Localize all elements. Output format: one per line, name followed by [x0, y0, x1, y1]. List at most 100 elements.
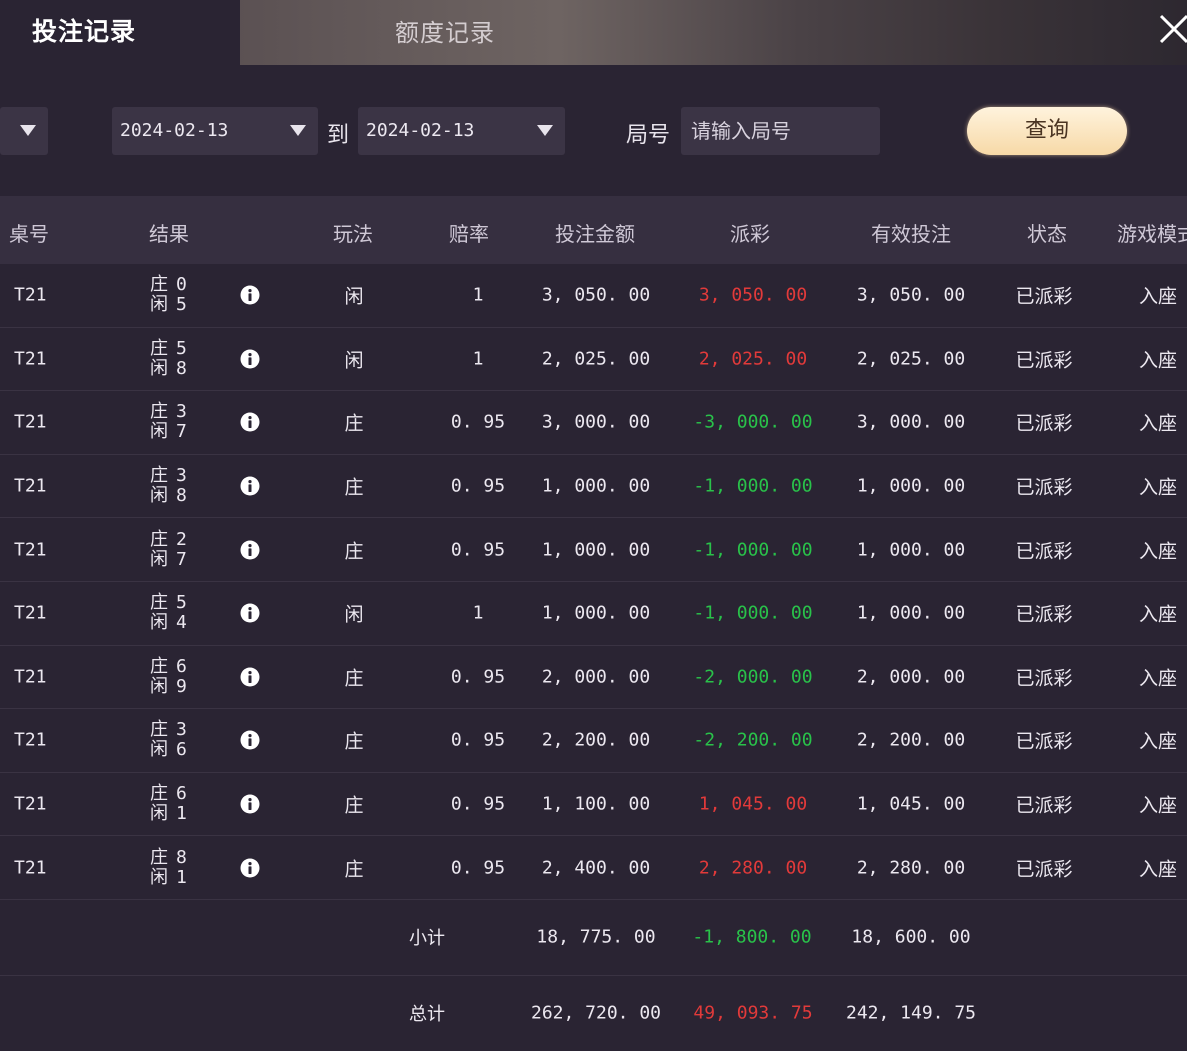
table-row: T21 庄 6 闲 9 庄 0. 95 2, 000. 00 -2, 000. 00 2, 000…	[0, 646, 1187, 710]
cell-result: 庄3闲7	[150, 402, 187, 442]
player-points: 5	[176, 294, 187, 316]
info-icon[interactable]	[240, 667, 260, 687]
cell-bet-amount: 2, 400. 00	[541, 857, 651, 879]
subtotal-row: 小计 18, 775. 00 -1, 800. 00 18, 600. 00	[0, 900, 1187, 976]
total-payout: 49, 093. 75	[693, 1002, 813, 1024]
tab-bar: 额度记录 投注记录	[0, 0, 1187, 65]
cell-bet-amount: 1, 000. 00	[541, 475, 651, 497]
banker-label: 庄	[150, 465, 168, 487]
cell-result: 庄8闲1	[150, 846, 187, 888]
player-points: 8	[176, 357, 187, 379]
tab-quota-records[interactable]: 额度记录	[228, 0, 1187, 65]
game-type-select[interactable]	[0, 107, 48, 155]
banker-label: 庄	[150, 337, 168, 359]
banker-label: 庄	[150, 528, 168, 550]
cell-valid-bet: 2, 000. 00	[856, 666, 966, 688]
cell-status: 已派彩	[1015, 858, 1073, 881]
cell-payout: 3, 050. 00	[698, 284, 808, 306]
cell-odds: 1	[472, 348, 484, 370]
cell-game-mode: 入座	[1138, 285, 1178, 308]
cell-game-mode: 入座	[1138, 412, 1178, 435]
cell-game-mode: 入座	[1138, 730, 1178, 753]
table-row: T21 庄 6 闲 1 庄 0. 95 1, 100. 00 1, 045. 00 1, 045.…	[0, 773, 1187, 837]
cell-odds: 0. 95	[450, 539, 506, 561]
banker-points: 8	[176, 846, 187, 868]
player-points: 9	[176, 675, 187, 697]
banker-points: 3	[176, 401, 187, 423]
player-label: 闲	[150, 421, 168, 443]
close-icon	[1159, 14, 1187, 44]
header-game-mode: 游戏模式	[1117, 222, 1187, 246]
cell-valid-bet: 2, 025. 00	[856, 348, 966, 370]
banker-points: 6	[176, 655, 187, 677]
cell-payout: -3, 000. 00	[693, 411, 813, 433]
cell-table-no: T21	[14, 539, 47, 561]
player-label: 闲	[150, 548, 168, 570]
cell-play: 闲	[344, 285, 364, 308]
cell-payout: -2, 000. 00	[693, 666, 813, 688]
header-odds: 赔率	[449, 222, 489, 246]
player-points: 4	[176, 612, 187, 634]
close-button[interactable]	[1157, 10, 1187, 46]
cell-play: 庄	[344, 476, 364, 499]
info-icon[interactable]	[240, 540, 260, 560]
query-button[interactable]: 查询	[967, 107, 1127, 155]
cell-play: 庄	[344, 667, 364, 690]
cell-bet-amount: 2, 000. 00	[541, 666, 651, 688]
info-icon[interactable]	[240, 476, 260, 496]
info-icon[interactable]	[240, 349, 260, 369]
cell-table-no: T21	[14, 666, 47, 688]
table-row: T21 庄 5 闲 8 闲 1 2, 025. 00 2, 025. 00 2, 025. 00 已…	[0, 328, 1187, 392]
date-to-select[interactable]: 2024-02-13	[358, 107, 565, 155]
round-number-input[interactable]	[681, 107, 880, 155]
cell-result: 庄6闲1	[150, 784, 187, 824]
header-result: 结果	[149, 222, 189, 246]
cell-game-mode: 入座	[1138, 540, 1178, 563]
cell-payout: -2, 200. 00	[693, 729, 813, 751]
cell-status: 已派彩	[1015, 412, 1073, 435]
cell-play: 庄	[344, 540, 364, 563]
banker-points: 3	[176, 465, 187, 487]
cell-valid-bet: 3, 000. 00	[856, 411, 966, 433]
cell-game-mode: 入座	[1138, 667, 1178, 690]
cell-table-no: T21	[14, 857, 47, 879]
banker-points: 6	[176, 783, 187, 805]
info-icon[interactable]	[240, 794, 260, 814]
cell-result: 庄3闲8	[150, 466, 187, 506]
cell-game-mode: 入座	[1138, 349, 1178, 372]
header-bet-amount: 投注金额	[555, 222, 635, 246]
cell-odds: 0. 95	[450, 666, 506, 688]
info-icon[interactable]	[240, 285, 260, 305]
cell-play: 庄	[344, 412, 364, 435]
cell-valid-bet: 2, 200. 00	[856, 729, 966, 751]
header-valid-bet: 有效投注	[871, 222, 951, 246]
cell-payout: 1, 045. 00	[698, 793, 808, 815]
cell-odds: 1	[472, 602, 484, 624]
banker-label: 庄	[150, 274, 168, 296]
cell-payout: -1, 000. 00	[693, 602, 813, 624]
player-label: 闲	[150, 357, 168, 379]
chevron-down-icon	[20, 125, 36, 136]
header-play: 玩法	[333, 222, 373, 246]
cell-valid-bet: 3, 050. 00	[856, 284, 966, 306]
cell-game-mode: 入座	[1138, 476, 1178, 499]
cell-status: 已派彩	[1015, 603, 1073, 626]
cell-valid-bet: 1, 000. 00	[856, 539, 966, 561]
chevron-down-icon	[290, 125, 306, 136]
date-from-select[interactable]: 2024-02-13	[112, 107, 318, 155]
info-icon[interactable]	[240, 730, 260, 750]
info-icon[interactable]	[240, 412, 260, 432]
cell-table-no: T21	[14, 348, 47, 370]
banker-points: 3	[176, 719, 187, 741]
cell-status: 已派彩	[1015, 476, 1073, 499]
table-row: T21 庄 2 闲 7 庄 0. 95 1, 000. 00 -1, 000. 00 1, 000…	[0, 518, 1187, 582]
cell-table-no: T21	[14, 411, 47, 433]
subtotal-valid-bet: 18, 600. 00	[851, 926, 971, 948]
cell-table-no: T21	[14, 729, 47, 751]
info-icon[interactable]	[240, 603, 260, 623]
cell-table-no: T21	[14, 475, 47, 497]
cell-result: 庄0闲5	[150, 275, 187, 315]
info-icon[interactable]	[240, 858, 260, 878]
tab-bet-records[interactable]: 投注记录	[0, 0, 240, 65]
round-number-field	[681, 107, 880, 155]
